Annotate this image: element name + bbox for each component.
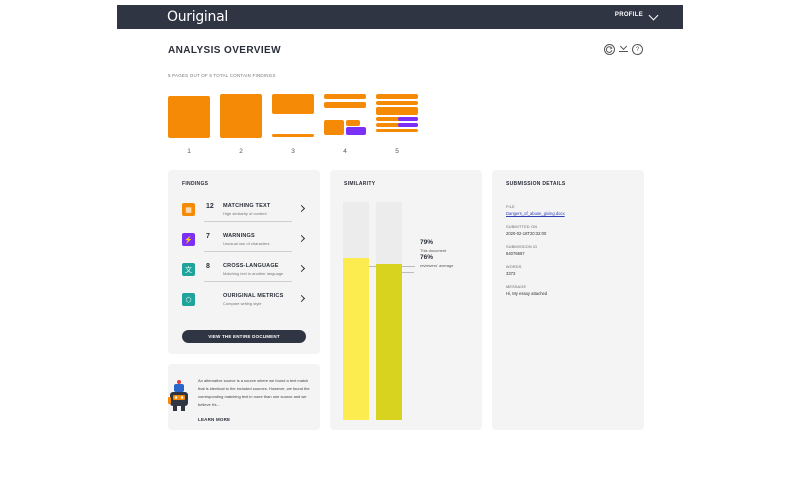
message-label: MESSAGE — [506, 285, 527, 289]
page-number: 3 — [291, 148, 295, 155]
similarity-caption: reviewers' average — [420, 263, 454, 269]
similarity-bar-1 — [343, 202, 369, 420]
toolbar: ? — [604, 44, 643, 55]
finding-count: 7 — [206, 233, 210, 240]
finding-description: Compare writing style — [223, 301, 262, 306]
divider — [204, 221, 292, 222]
download-icon[interactable] — [619, 44, 628, 52]
submitted-on-value: 2020-02-18T20:32:00 — [506, 231, 547, 236]
finding-description: Unusual use of characters — [223, 241, 270, 246]
similarity-bar-2 — [376, 202, 402, 420]
chevron-right-icon — [297, 234, 306, 243]
similarity-card: SIMILARITY 79% This document 76% reviewers'… — [330, 170, 482, 430]
refresh-icon[interactable] — [604, 44, 615, 55]
words-label: WORDS — [506, 265, 522, 269]
robot-mascot-icon — [168, 380, 188, 411]
finding-row-cross-language[interactable]: 文 8 CROSS-LANGUAGE Matching text in anot… — [182, 258, 306, 282]
page-number: 1 — [187, 148, 191, 155]
page-thumbnail-4[interactable] — [324, 94, 366, 138]
alternative-source-info-card: An alternative source is a source where … — [168, 364, 320, 430]
page-thumbnails — [168, 94, 418, 138]
profile-menu[interactable]: PROFILE — [614, 10, 659, 21]
chevron-right-icon — [297, 294, 306, 303]
warning-bolt-icon: ⚡ — [182, 233, 195, 246]
translate-icon: 文 — [182, 263, 195, 276]
finding-name: CROSS-LANGUAGE — [223, 263, 279, 269]
findings-heading: FINDINGS — [182, 181, 209, 187]
finding-count: 12 — [206, 203, 214, 210]
page-thumbnail-3[interactable] — [272, 94, 314, 138]
help-icon[interactable]: ? — [632, 44, 643, 55]
logo[interactable]: Ouriginal — [167, 9, 228, 25]
finding-name: WARNINGS — [223, 233, 255, 239]
finding-row-warnings[interactable]: ⚡ 7 WARNINGS Unusual use of characters — [182, 228, 306, 252]
page-thumbnail-2[interactable] — [220, 94, 262, 138]
similarity-bar-fill-1 — [343, 258, 369, 420]
divider — [204, 281, 292, 282]
submission-heading: SUBMISSION DETAILS — [506, 181, 566, 187]
chevron-down-icon — [648, 10, 659, 21]
chevron-right-icon — [297, 264, 306, 273]
page-number: 4 — [343, 148, 347, 155]
top-bar: Ouriginal PROFILE — [117, 5, 683, 29]
page-thumbnail-1[interactable] — [168, 94, 210, 138]
finding-row-matching-text[interactable]: ▦ 12 MATCHING TEXT High similarity of co… — [182, 198, 306, 222]
finding-row-ouriginal-metrics[interactable]: ⬡ OURIGINAL METRICS Compare writing styl… — [182, 288, 306, 312]
findings-card: FINDINGS ▦ 12 MATCHING TEXT High similar… — [168, 170, 320, 354]
divider — [204, 251, 292, 252]
page-title: ANALYSIS OVERVIEW — [168, 45, 281, 56]
message-value: Hi, My essay attached — [506, 291, 548, 296]
similarity-leader-line — [402, 272, 414, 274]
alternative-source-text: An alternative source is a source where … — [198, 378, 310, 407]
page-number: 2 — [239, 148, 243, 155]
similarity-percent: 76% — [420, 254, 434, 262]
finding-name: MATCHING TEXT — [223, 203, 271, 209]
submitted-on-label: SUBMITTED ON — [506, 225, 538, 229]
profile-label: PROFILE — [614, 12, 643, 18]
similarity-bar-fill-2 — [376, 264, 402, 420]
finding-description: High similarity of content — [223, 211, 267, 216]
finding-name: OURIGINAL METRICS — [223, 293, 284, 299]
similarity-caption: This document — [420, 248, 447, 254]
similarity-heading: SIMILARITY — [344, 181, 376, 187]
metrics-hexagon-icon: ⬡ — [182, 293, 195, 306]
learn-more-link[interactable]: LEARN MORE — [198, 417, 230, 422]
submission-id-value: 64076667 — [506, 251, 525, 256]
file-link[interactable]: Dangers_of_abuse_giving.docx — [506, 211, 565, 216]
submission-id-label: SUBMISSION ID — [506, 245, 538, 249]
submission-details-card: SUBMISSION DETAILS FILE Dangers_of_abuse… — [492, 170, 644, 430]
file-label: FILE — [506, 205, 515, 209]
finding-count: 8 — [206, 263, 210, 270]
similarity-percent: 79% — [420, 239, 434, 247]
matching-text-icon: ▦ — [182, 203, 195, 216]
page-thumbnail-5[interactable] — [376, 94, 418, 138]
words-value: 3373 — [506, 271, 516, 276]
pages-findings-label: 5 PAGES OUT OF 5 TOTAL CONTAIN FINDINGS — [168, 73, 276, 78]
view-entire-document-button[interactable]: VIEW THE ENTIRE DOCUMENT — [182, 330, 306, 343]
finding-description: Matching text in another language — [223, 271, 284, 276]
chevron-right-icon — [297, 204, 306, 213]
page-number: 5 — [395, 148, 399, 155]
